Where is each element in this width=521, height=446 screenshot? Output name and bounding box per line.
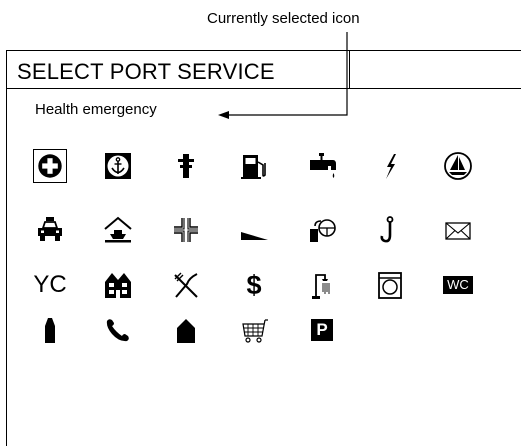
boat-shelter-icon[interactable] [101,213,135,247]
page-title: SELECT PORT SERVICE [17,59,275,84]
restaurant-icon[interactable] [169,268,203,302]
mooring-post-icon[interactable] [169,149,203,183]
yacht-club-icon[interactable]: YC [33,268,67,302]
slipway-ramp-icon[interactable] [237,213,271,247]
telephone-icon[interactable] [101,313,135,347]
sailboat-icon[interactable] [441,149,475,183]
hook-icon[interactable] [373,213,407,247]
electricity-icon[interactable] [373,149,407,183]
mail-icon[interactable] [441,213,475,247]
anchor-icon[interactable] [101,149,135,183]
gas-bottle-icon[interactable] [305,213,339,247]
exchange-symbol: $ [246,269,262,300]
bottle-icon[interactable] [33,313,67,347]
laundry-icon[interactable] [373,268,407,302]
yacht-club-text: YC [33,271,67,298]
toilet-icon[interactable]: WC [441,268,475,302]
shopping-cart-icon[interactable] [237,313,271,347]
waste-bin-icon[interactable] [169,313,203,347]
toilet-text: WC [443,276,473,294]
fuel-pump-icon[interactable] [237,149,271,183]
selected-service-label: Health emergency [35,101,157,118]
shower-icon[interactable] [305,268,339,302]
title-row: SELECT PORT SERVICE [7,51,521,89]
parking-text: P [311,319,333,341]
berth-slip-icon[interactable] [169,213,203,247]
parking-icon[interactable]: P [305,313,339,347]
exchange-icon[interactable]: $ [237,268,271,302]
water-tap-icon[interactable] [305,149,339,183]
accommodation-icon[interactable] [101,268,135,302]
taxi-icon[interactable] [33,213,67,247]
health-emergency-icon[interactable] [33,149,67,183]
title-box: SELECT PORT SERVICE [7,51,350,89]
